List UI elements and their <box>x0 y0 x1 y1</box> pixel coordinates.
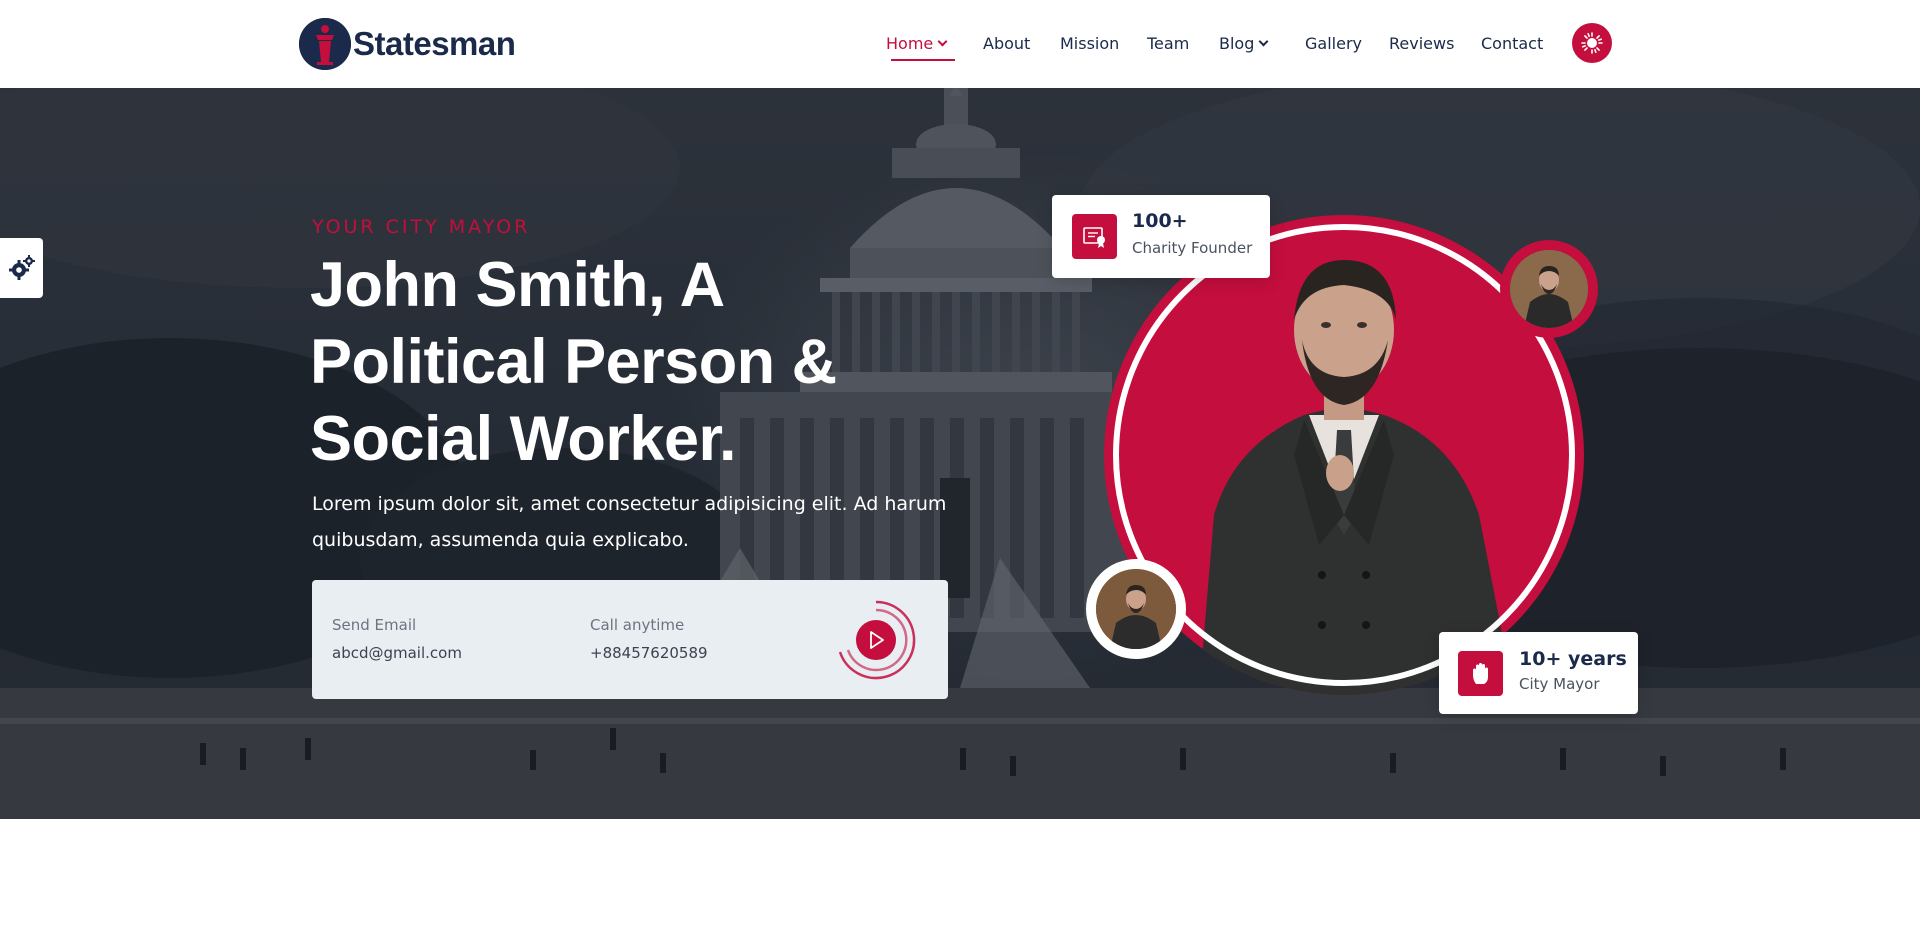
nav-item-label: Team <box>1147 33 1190 53</box>
phone-link[interactable]: +88457620589 <box>590 644 708 662</box>
contact-card: Send Email abcd@gmail.com Call anytime +… <box>312 580 948 699</box>
nav-item-team[interactable]: Team <box>1147 30 1189 56</box>
main-nav: Home About Mission Team Blog Gallery Rev… <box>0 30 1920 60</box>
phone-label: Call anytime <box>590 616 685 634</box>
nav-item-label: Contact <box>1481 33 1544 53</box>
nav-item-contact[interactable]: Contact <box>1481 30 1543 56</box>
headline-line: Political Person & <box>310 327 837 397</box>
nav-item-label: Reviews <box>1389 33 1455 53</box>
stat-label: Charity Founder <box>1132 239 1253 257</box>
theme-toggle-button[interactable] <box>1572 23 1612 63</box>
gallery-thumbnail[interactable] <box>1086 559 1186 659</box>
hero-eyebrow: YOUR CITY MAYOR <box>312 216 531 238</box>
chevron-down-icon <box>1258 36 1269 46</box>
headline-line: John Smith, A <box>310 250 725 320</box>
email-link[interactable]: abcd@gmail.com <box>332 644 462 662</box>
play-icon <box>838 600 916 680</box>
nav-item-blog[interactable]: Blog <box>1219 30 1269 56</box>
settings-toggle-button[interactable] <box>0 238 43 298</box>
nav-item-mission[interactable]: Mission <box>1060 30 1119 56</box>
certificate-icon <box>1072 214 1117 259</box>
gallery-thumbnail[interactable] <box>1500 240 1598 338</box>
nav-item-reviews[interactable]: Reviews <box>1389 30 1454 56</box>
headline-line: Social Worker. <box>310 404 737 474</box>
hero-section: YOUR CITY MAYOR John Smith, A Political … <box>0 88 1920 819</box>
hero-headline: John Smith, A Political Person & Social … <box>310 247 1030 478</box>
person-thumbnail-image <box>1096 569 1176 649</box>
sun-icon <box>1581 32 1603 54</box>
nav-item-home[interactable]: Home <box>886 30 948 56</box>
hero-description: Lorem ipsum dolor sit, amet consectetur … <box>312 493 947 551</box>
hand-icon <box>1458 651 1503 696</box>
nav-item-label: Blog <box>1219 33 1255 53</box>
nav-item-label: Mission <box>1060 33 1120 53</box>
stat-number: 10+ years <box>1519 648 1627 670</box>
nav-item-gallery[interactable]: Gallery <box>1305 30 1362 56</box>
nav-item-label: Home <box>886 33 934 53</box>
stat-card-charity: 100+ Charity Founder <box>1052 195 1270 278</box>
nav-item-about[interactable]: About <box>983 30 1030 56</box>
play-video-button[interactable] <box>832 596 920 684</box>
email-label: Send Email <box>332 616 417 634</box>
stat-label: City Mayor <box>1519 675 1600 693</box>
stat-number: 100+ <box>1132 210 1188 232</box>
stat-card-mayor: 10+ years City Mayor <box>1439 632 1638 714</box>
site-header: Statesman Home About Mission Team Blog G… <box>0 0 1920 88</box>
nav-item-label: Gallery <box>1305 33 1362 53</box>
gear-icon <box>8 255 35 280</box>
chevron-down-icon <box>937 36 948 46</box>
active-nav-indicator <box>891 59 955 61</box>
person-thumbnail-image <box>1510 250 1588 328</box>
nav-item-label: About <box>983 33 1031 53</box>
